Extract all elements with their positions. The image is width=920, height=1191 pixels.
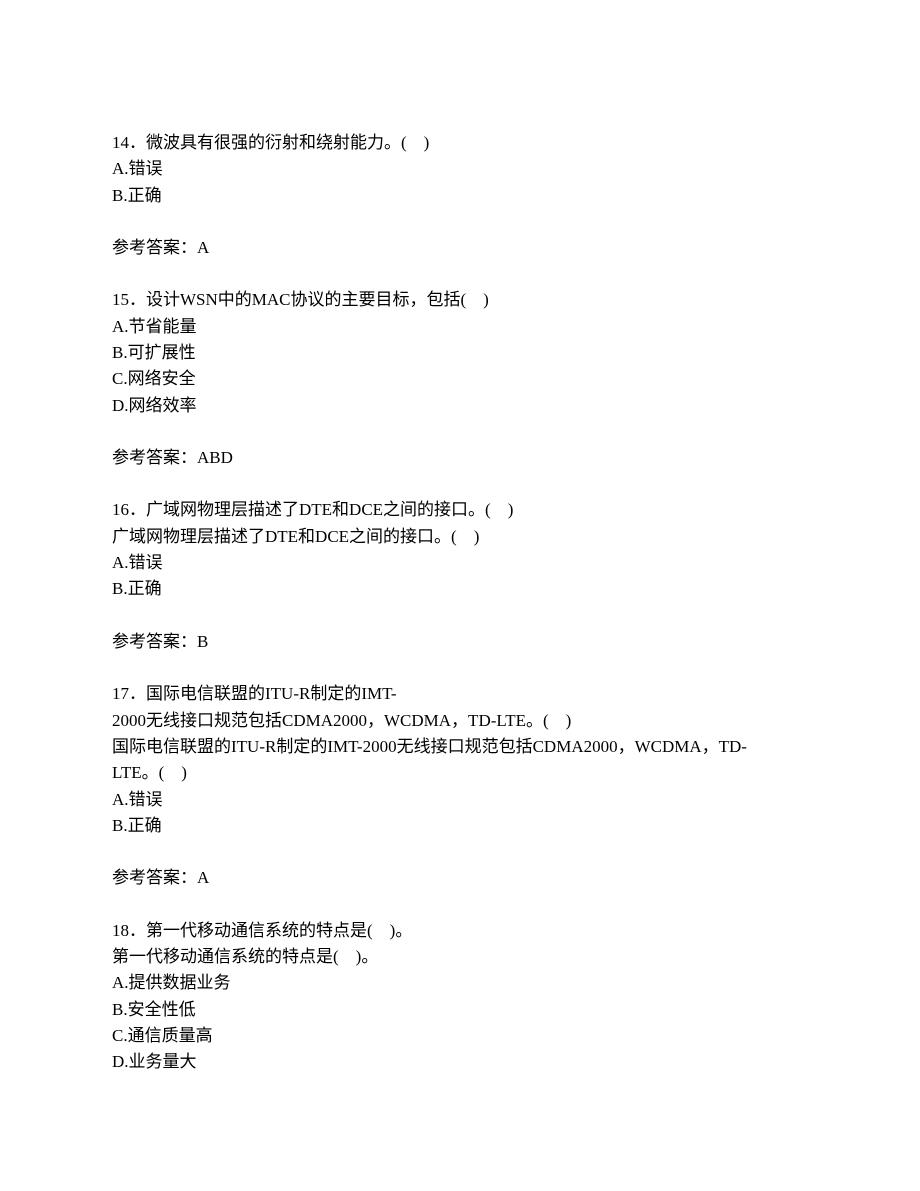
- option-d: D.业务量大: [112, 1049, 808, 1075]
- option-d: D.网络效率: [112, 393, 808, 419]
- option-a: A.错误: [112, 550, 808, 576]
- question-repeat: 广域网物理层描述了DTE和DCE之间的接口。( ): [112, 524, 808, 550]
- answer-text: 参考答案：B: [112, 629, 808, 655]
- option-a: A.错误: [112, 156, 808, 182]
- option-a: A.提供数据业务: [112, 970, 808, 996]
- question-15: 15．设计WSN中的MAC协议的主要目标，包括( ) A.节省能量 B.可扩展性…: [112, 287, 808, 471]
- option-a: A.错误: [112, 787, 808, 813]
- question-18: 18．第一代移动通信系统的特点是( )。 第一代移动通信系统的特点是( )。 A…: [112, 918, 808, 1076]
- option-b: B.正确: [112, 183, 808, 209]
- question-repeat: 第一代移动通信系统的特点是( )。: [112, 944, 808, 970]
- option-a: A.节省能量: [112, 314, 808, 340]
- option-b: B.安全性低: [112, 997, 808, 1023]
- option-b: B.正确: [112, 813, 808, 839]
- question-repeat-line1: 国际电信联盟的ITU-R制定的IMT-2000无线接口规范包括CDMA2000，…: [112, 734, 808, 760]
- option-c: C.通信质量高: [112, 1023, 808, 1049]
- question-16: 16．广域网物理层描述了DTE和DCE之间的接口。( ) 广域网物理层描述了DT…: [112, 497, 808, 655]
- option-b: B.正确: [112, 576, 808, 602]
- question-14: 14．微波具有很强的衍射和绕射能力。( ) A.错误 B.正确 参考答案：A: [112, 130, 808, 261]
- question-17: 17．国际电信联盟的ITU-R制定的IMT- 2000无线接口规范包括CDMA2…: [112, 681, 808, 891]
- question-title-line2: 2000无线接口规范包括CDMA2000，WCDMA，TD-LTE。( ): [112, 708, 808, 734]
- option-b: B.可扩展性: [112, 340, 808, 366]
- option-c: C.网络安全: [112, 366, 808, 392]
- question-title: 14．微波具有很强的衍射和绕射能力。( ): [112, 130, 808, 156]
- answer-text: 参考答案：ABD: [112, 445, 808, 471]
- answer-text: 参考答案：A: [112, 235, 808, 261]
- question-title: 18．第一代移动通信系统的特点是( )。: [112, 918, 808, 944]
- question-title: 15．设计WSN中的MAC协议的主要目标，包括( ): [112, 287, 808, 313]
- question-title-line1: 17．国际电信联盟的ITU-R制定的IMT-: [112, 681, 808, 707]
- question-title: 16．广域网物理层描述了DTE和DCE之间的接口。( ): [112, 497, 808, 523]
- question-repeat-line2: LTE。( ): [112, 760, 808, 786]
- answer-text: 参考答案：A: [112, 865, 808, 891]
